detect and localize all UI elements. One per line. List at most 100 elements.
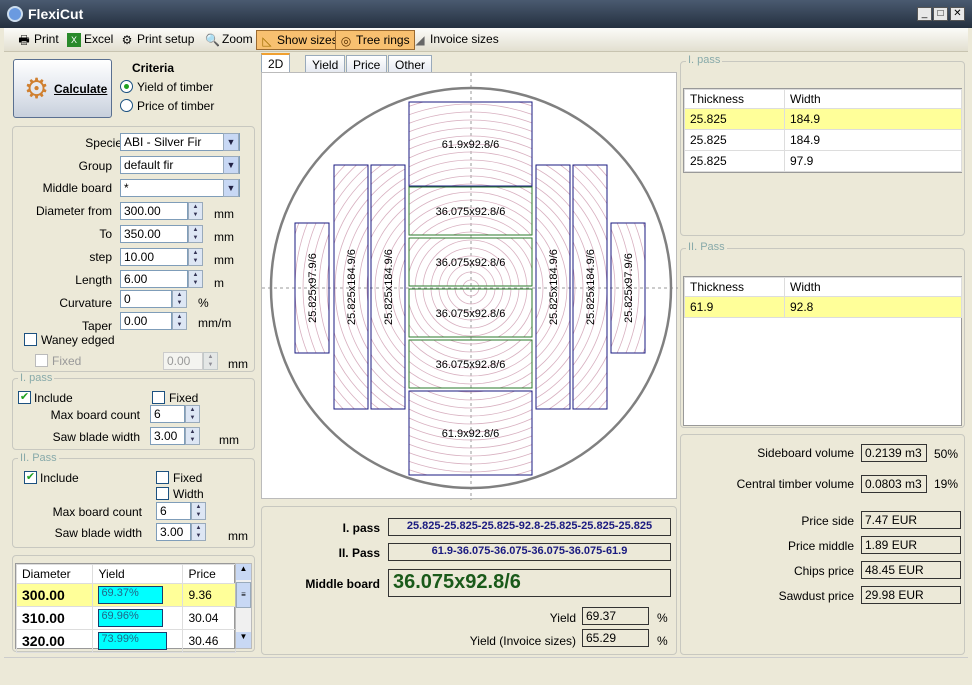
taper-input[interactable]: 0.00 (120, 312, 172, 330)
chevron-down-icon[interactable]: ▼ (223, 179, 239, 197)
fixed-value-stepper[interactable]: ▲ ▼ (203, 352, 218, 370)
thickness-cell: 25.825 (684, 129, 785, 151)
board-size-label: 25.825x184.9/6 (585, 249, 597, 325)
zoom-button[interactable]: 🔍 Zoom (202, 30, 257, 50)
yield-bar: 69.37% (98, 586, 163, 604)
minimize-button[interactable]: _ (917, 7, 932, 21)
step-input[interactable]: 10.00 (120, 248, 188, 266)
table-row[interactable]: 300.00 69.37% 9.36 (15, 583, 236, 607)
length-input[interactable]: 6.00 (120, 270, 188, 288)
middle-board-select[interactable]: * (120, 179, 240, 197)
results-scrollbar[interactable]: ▲ ≡ ▼ (235, 563, 252, 649)
length-stepper[interactable]: ▲ ▼ (188, 270, 203, 288)
pass2-include-label: Include (40, 471, 79, 485)
maximize-button[interactable]: □ (933, 7, 948, 21)
fixed-value-input[interactable]: 0.00 (163, 352, 203, 370)
unit-label: mm (214, 230, 234, 244)
header-diameter[interactable]: Diameter (15, 564, 94, 584)
diameter-to-input[interactable]: 350.00 (120, 225, 188, 243)
excel-button[interactable]: X Excel (64, 30, 117, 50)
price-value: 29.98 EUR (861, 586, 961, 604)
waney-edged-checkbox[interactable] (24, 333, 37, 346)
curvature-stepper[interactable]: ▲ ▼ (172, 290, 187, 308)
table-row[interactable]: 25.825 97.9 (684, 150, 962, 172)
yield-cell: 69.96% (92, 606, 184, 630)
unit-label: m (214, 276, 224, 290)
diameter-cell: 300.00 (15, 583, 94, 607)
scroll-down-icon[interactable]: ▼ (236, 632, 251, 648)
price-label: Chips price (793, 564, 854, 578)
tab-other[interactable]: Other (388, 55, 433, 73)
diameter-from-stepper[interactable]: ▲ ▼ (188, 202, 203, 220)
calculate-button[interactable]: ⚙ Calculate (13, 59, 112, 118)
tab-2d[interactable]: 2D (261, 53, 291, 73)
taper-stepper[interactable]: ▲ ▼ (172, 312, 187, 330)
price-value: 7.47 EUR (861, 511, 961, 529)
pass2-include-checkbox[interactable]: ✔ (24, 471, 37, 484)
curvature-input[interactable]: 0 (120, 290, 172, 308)
species-select[interactable]: ABI - Silver Fir (120, 133, 240, 151)
curvature-label: Curvature (59, 296, 112, 310)
scroll-thumb[interactable]: ≡ (236, 582, 251, 608)
table-row[interactable]: 61.9 92.8 (684, 296, 962, 318)
pass2-fixed-label: Fixed (173, 471, 203, 485)
drawing-area[interactable]: 61.9x92.8/6 36.075x92.8/6 36.075x92.8/6 36.… (261, 72, 678, 500)
middle-board-summary-value: 36.075x92.8/6 (388, 569, 671, 597)
show-sizes-button[interactable]: ◺ Show sizes (256, 30, 343, 50)
header-width[interactable]: Width (784, 89, 962, 109)
pass1-max-board-input[interactable]: 6 (150, 405, 185, 423)
group-select[interactable]: default fir (120, 156, 240, 174)
fixed-label: Fixed (52, 354, 82, 368)
pass1-saw-blade-input[interactable]: 3.00 (150, 427, 185, 445)
scroll-up-icon[interactable]: ▲ (236, 564, 251, 580)
price-cell: 9.36 (182, 583, 236, 607)
table-row[interactable]: 25.825 184.9 (684, 129, 962, 151)
header-thickness[interactable]: Thickness (684, 89, 785, 109)
table-row[interactable]: 320.00 73.99% 30.46 (15, 629, 236, 653)
tab-price[interactable]: Price (346, 55, 388, 73)
diameter-to-stepper[interactable]: ▲ ▼ (188, 225, 203, 243)
close-button[interactable]: ✕ (950, 7, 965, 21)
table-row[interactable]: 25.825 184.9 (684, 108, 962, 130)
pass1-fixed-checkbox[interactable] (152, 391, 165, 404)
fixed-checkbox[interactable] (35, 354, 48, 367)
yield-invoice-value: 65.29 (582, 629, 649, 647)
pass2-title: II. Pass (18, 452, 59, 464)
pass1-saw-blade-stepper[interactable]: ▲ ▼ (185, 427, 200, 445)
diameter-from-input[interactable]: 300.00 (120, 202, 188, 220)
pass2-width-checkbox[interactable] (156, 487, 169, 500)
tab-yield[interactable]: Yield (305, 55, 346, 73)
print-button[interactable]: 🖶 Print (14, 30, 63, 50)
pass1-include-checkbox[interactable]: ✔ (18, 391, 31, 404)
header-width[interactable]: Width (784, 277, 962, 297)
app-icon (7, 6, 23, 22)
pass2-saw-blade-stepper[interactable]: ▲ ▼ (191, 523, 206, 541)
tree-rings-button[interactable]: ◎ Tree rings (335, 30, 415, 50)
step-stepper[interactable]: ▲ ▼ (188, 248, 203, 266)
header-price[interactable]: Price (182, 564, 236, 584)
invoice-sizes-button[interactable]: ◢ Invoice sizes (410, 30, 503, 50)
results-table: Diameter Yield Price 300.00 69.37% 9.36 310.0… (15, 563, 236, 653)
print-setup-label: Print setup (137, 32, 195, 46)
pass1-saw-blade-label: Saw blade width (52, 430, 140, 444)
pass2-summary-value: 61.9-36.075-36.075-36.075-36.075-61.9 (388, 543, 671, 561)
price-of-timber-radio[interactable] (120, 99, 133, 112)
pass2-max-board-stepper[interactable]: ▲ ▼ (191, 502, 206, 520)
print-setup-button[interactable]: ⚙ Print setup (117, 30, 198, 50)
criteria-title: Criteria (132, 61, 175, 75)
board-size-label: 25.825x97.9/6 (307, 253, 319, 323)
pass1-max-board-stepper[interactable]: ▲ ▼ (185, 405, 200, 423)
invoice-sizes-icon: ◢ (415, 33, 425, 47)
header-thickness[interactable]: Thickness (684, 277, 785, 297)
header-yield[interactable]: Yield (92, 564, 184, 584)
yield-of-timber-radio[interactable] (120, 80, 133, 93)
chevron-down-icon[interactable]: ▼ (223, 156, 239, 174)
chevron-down-icon[interactable]: ▼ (223, 133, 239, 151)
pass2-fixed-checkbox[interactable] (156, 471, 169, 484)
taper-label: Taper (81, 319, 112, 333)
pass2-saw-blade-input[interactable]: 3.00 (156, 523, 191, 541)
excel-icon: X (67, 33, 81, 47)
table-row[interactable]: 310.00 69.96% 30.04 (15, 606, 236, 630)
board-size-label: 25.825x184.9/6 (548, 249, 560, 325)
pass2-max-board-input[interactable]: 6 (156, 502, 191, 520)
